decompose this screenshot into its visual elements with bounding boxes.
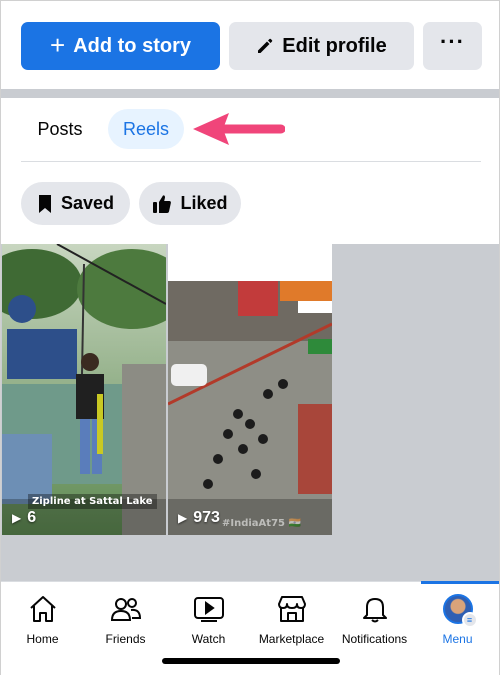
edit-profile-label: Edit profile xyxy=(282,34,387,57)
reel-views: ▶ 6 xyxy=(12,509,36,527)
reel-views-count: 6 xyxy=(27,509,37,526)
bell-icon xyxy=(360,594,390,624)
nav-marketplace[interactable]: Marketplace xyxy=(250,582,333,652)
add-to-story-label: Add to story xyxy=(73,34,191,57)
watch-icon xyxy=(193,594,225,624)
nav-watch-label: Watch xyxy=(191,632,226,646)
tabs-divider xyxy=(21,161,481,162)
more-dots-icon: ··· xyxy=(440,29,465,54)
tab-reels-label: Reels xyxy=(122,118,170,139)
reel-views: ▶ 973 xyxy=(178,509,220,527)
nav-menu[interactable]: ≡ Menu xyxy=(416,582,499,652)
content-tabs-section: Posts Reels Saved Liked xyxy=(1,98,499,244)
play-icon: ▶ xyxy=(178,511,188,525)
pencil-icon xyxy=(258,38,273,53)
edit-profile-button[interactable]: Edit profile xyxy=(229,22,414,70)
reel-views-count: 973 xyxy=(193,509,220,526)
reel-caption: Zipline at Sattal Lake xyxy=(28,494,157,509)
bookmark-icon xyxy=(38,194,51,213)
nav-notifications[interactable]: Notifications xyxy=(333,582,416,652)
tab-posts-label: Posts xyxy=(37,118,83,139)
nav-watch[interactable]: Watch xyxy=(167,582,250,652)
friends-icon xyxy=(110,594,142,624)
home-icon xyxy=(28,594,58,624)
profile-actions: + Add to story Edit profile ··· xyxy=(1,1,499,89)
nav-home-label: Home xyxy=(26,632,59,646)
pink-arrow-annotation xyxy=(193,113,285,145)
plus-icon: + xyxy=(50,29,66,60)
nav-notifications-label: Notifications xyxy=(341,632,408,646)
marketplace-icon xyxy=(276,594,308,624)
saved-filter-button[interactable]: Saved xyxy=(21,182,130,225)
nav-menu-label: Menu xyxy=(442,632,473,646)
home-indicator xyxy=(162,658,340,664)
avatar-icon: ≡ xyxy=(442,594,478,628)
reels-grid: Zipline at Sattal Lake ▶ 6 #IndiaAt75 🇮🇳… xyxy=(1,244,499,581)
tab-posts[interactable]: Posts xyxy=(21,109,99,149)
zipline-photo xyxy=(2,244,166,535)
street-parade-photo xyxy=(168,244,332,535)
nav-friends-label: Friends xyxy=(105,632,146,646)
reel-caption: #IndiaAt75 🇮🇳 xyxy=(222,518,301,529)
tab-reels[interactable]: Reels xyxy=(108,109,184,149)
nav-marketplace-label: Marketplace xyxy=(258,632,325,646)
section-separator xyxy=(1,89,499,98)
nav-friends[interactable]: Friends xyxy=(84,582,167,652)
add-to-story-button[interactable]: + Add to story xyxy=(21,22,220,70)
liked-filter-button[interactable]: Liked xyxy=(139,182,241,225)
more-options-button[interactable]: ··· xyxy=(423,22,482,70)
reel-thumbnail[interactable]: #IndiaAt75 🇮🇳 ▶ 973 xyxy=(168,244,332,535)
avatar: ≡ xyxy=(442,594,478,628)
reel-thumbnail[interactable]: Zipline at Sattal Lake ▶ 6 xyxy=(2,244,166,535)
thumbs-up-icon xyxy=(153,194,172,213)
liked-label: Liked xyxy=(180,193,228,213)
saved-label: Saved xyxy=(60,193,115,213)
menu-badge-icon: ≡ xyxy=(461,612,478,628)
nav-home[interactable]: Home xyxy=(1,582,84,652)
play-icon: ▶ xyxy=(12,511,22,525)
